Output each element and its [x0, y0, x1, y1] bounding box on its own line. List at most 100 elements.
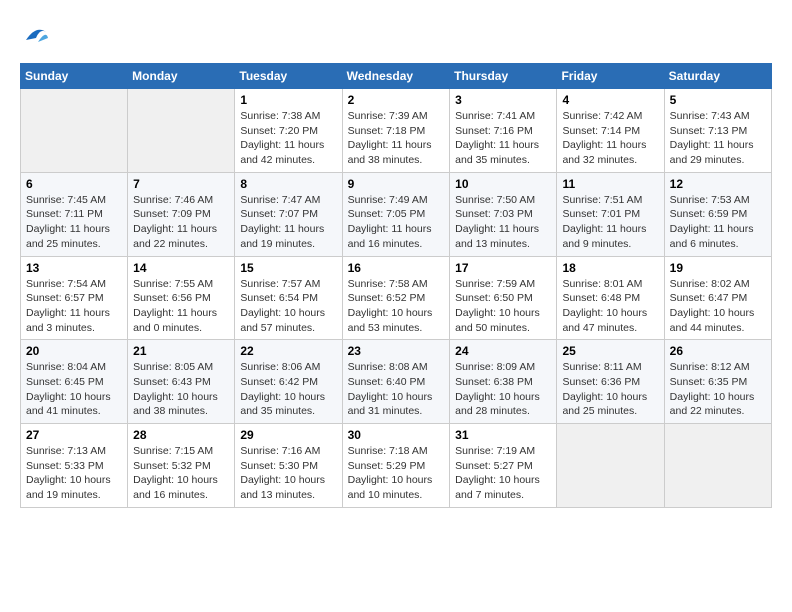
calendar-week-row: 13 Sunrise: 7:54 AMSunset: 6:57 PMDayligh…	[21, 256, 772, 340]
calendar-cell: 8 Sunrise: 7:47 AMSunset: 7:07 PMDaylight…	[235, 172, 342, 256]
day-header-tuesday: Tuesday	[235, 64, 342, 89]
calendar-cell: 22 Sunrise: 8:06 AMSunset: 6:42 PMDayligh…	[235, 340, 342, 424]
calendar-cell	[664, 424, 771, 508]
day-number: 22	[240, 344, 336, 358]
calendar-cell: 19 Sunrise: 8:02 AMSunset: 6:47 PMDayligh…	[664, 256, 771, 340]
day-number: 19	[670, 261, 766, 275]
day-number: 12	[670, 177, 766, 191]
day-header-thursday: Thursday	[450, 64, 557, 89]
calendar-cell: 3 Sunrise: 7:41 AMSunset: 7:16 PMDaylight…	[450, 89, 557, 173]
day-info: Sunrise: 8:11 AMSunset: 6:36 PMDaylight:…	[562, 360, 658, 419]
day-info: Sunrise: 7:59 AMSunset: 6:50 PMDaylight:…	[455, 277, 551, 336]
day-info: Sunrise: 8:09 AMSunset: 6:38 PMDaylight:…	[455, 360, 551, 419]
calendar-cell: 16 Sunrise: 7:58 AMSunset: 6:52 PMDayligh…	[342, 256, 450, 340]
day-info: Sunrise: 7:45 AMSunset: 7:11 PMDaylight:…	[26, 193, 122, 252]
day-info: Sunrise: 8:05 AMSunset: 6:43 PMDaylight:…	[133, 360, 229, 419]
calendar-cell: 11 Sunrise: 7:51 AMSunset: 7:01 PMDayligh…	[557, 172, 664, 256]
day-number: 11	[562, 177, 658, 191]
calendar-cell	[557, 424, 664, 508]
calendar-week-row: 6Sunrise: 7:45 AMSunset: 7:11 PMDaylight…	[21, 172, 772, 256]
calendar-cell: 21 Sunrise: 8:05 AMSunset: 6:43 PMDayligh…	[128, 340, 235, 424]
calendar-cell: 25Sunrise: 8:11 AMSunset: 6:36 PMDayligh…	[557, 340, 664, 424]
day-number: 7	[133, 177, 229, 191]
page-header	[20, 20, 772, 53]
calendar-cell: 31 Sunrise: 7:19 AMSunset: 5:27 PMDayligh…	[450, 424, 557, 508]
calendar-cell: 18 Sunrise: 8:01 AMSunset: 6:48 PMDayligh…	[557, 256, 664, 340]
calendar-cell: 27 Sunrise: 7:13 AMSunset: 5:33 PMDayligh…	[21, 424, 128, 508]
calendar-cell: 13 Sunrise: 7:54 AMSunset: 6:57 PMDayligh…	[21, 256, 128, 340]
day-number: 8	[240, 177, 336, 191]
calendar-cell: 17 Sunrise: 7:59 AMSunset: 6:50 PMDayligh…	[450, 256, 557, 340]
day-number: 10	[455, 177, 551, 191]
day-info: Sunrise: 7:50 AMSunset: 7:03 PMDaylight:…	[455, 193, 551, 252]
logo	[20, 20, 50, 53]
day-number: 24	[455, 344, 551, 358]
calendar-cell: 28Sunrise: 7:15 AMSunset: 5:32 PMDayligh…	[128, 424, 235, 508]
calendar-cell: 14Sunrise: 7:55 AMSunset: 6:56 PMDayligh…	[128, 256, 235, 340]
calendar-cell: 15 Sunrise: 7:57 AMSunset: 6:54 PMDayligh…	[235, 256, 342, 340]
calendar-cell: 30 Sunrise: 7:18 AMSunset: 5:29 PMDayligh…	[342, 424, 450, 508]
day-number: 23	[348, 344, 445, 358]
day-header-friday: Friday	[557, 64, 664, 89]
calendar-cell: 24 Sunrise: 8:09 AMSunset: 6:38 PMDayligh…	[450, 340, 557, 424]
day-number: 30	[348, 428, 445, 442]
calendar-week-row: 1Sunrise: 7:38 AMSunset: 7:20 PMDaylight…	[21, 89, 772, 173]
day-number: 31	[455, 428, 551, 442]
day-header-monday: Monday	[128, 64, 235, 89]
day-header-wednesday: Wednesday	[342, 64, 450, 89]
day-number: 13	[26, 261, 122, 275]
day-info: Sunrise: 7:42 AMSunset: 7:14 PMDaylight:…	[562, 109, 658, 168]
calendar-cell: 29 Sunrise: 7:16 AMSunset: 5:30 PMDayligh…	[235, 424, 342, 508]
calendar-header-row: SundayMondayTuesdayWednesdayThursdayFrid…	[21, 64, 772, 89]
calendar-cell: 12 Sunrise: 7:53 AMSunset: 6:59 PMDayligh…	[664, 172, 771, 256]
day-info: Sunrise: 7:57 AMSunset: 6:54 PMDaylight:…	[240, 277, 336, 336]
day-info: Sunrise: 7:18 AMSunset: 5:29 PMDaylight:…	[348, 444, 445, 503]
calendar-cell: 9Sunrise: 7:49 AMSunset: 7:05 PMDaylight…	[342, 172, 450, 256]
day-info: Sunrise: 7:38 AMSunset: 7:20 PMDaylight:…	[240, 109, 336, 168]
calendar-table: SundayMondayTuesdayWednesdayThursdayFrid…	[20, 63, 772, 508]
day-info: Sunrise: 7:51 AMSunset: 7:01 PMDaylight:…	[562, 193, 658, 252]
calendar-cell: 7 Sunrise: 7:46 AMSunset: 7:09 PMDaylight…	[128, 172, 235, 256]
day-number: 20	[26, 344, 122, 358]
day-info: Sunrise: 8:01 AMSunset: 6:48 PMDaylight:…	[562, 277, 658, 336]
day-number: 27	[26, 428, 122, 442]
day-info: Sunrise: 7:54 AMSunset: 6:57 PMDaylight:…	[26, 277, 122, 336]
calendar-week-row: 20 Sunrise: 8:04 AMSunset: 6:45 PMDayligh…	[21, 340, 772, 424]
day-number: 26	[670, 344, 766, 358]
calendar-cell: 23 Sunrise: 8:08 AMSunset: 6:40 PMDayligh…	[342, 340, 450, 424]
day-number: 2	[348, 93, 445, 107]
day-number: 16	[348, 261, 445, 275]
day-info: Sunrise: 8:12 AMSunset: 6:35 PMDaylight:…	[670, 360, 766, 419]
calendar-cell: 1Sunrise: 7:38 AMSunset: 7:20 PMDaylight…	[235, 89, 342, 173]
day-info: Sunrise: 7:41 AMSunset: 7:16 PMDaylight:…	[455, 109, 551, 168]
calendar-cell	[128, 89, 235, 173]
calendar-cell: 5Sunrise: 7:43 AMSunset: 7:13 PMDaylight…	[664, 89, 771, 173]
logo-text	[20, 20, 50, 53]
day-info: Sunrise: 7:16 AMSunset: 5:30 PMDaylight:…	[240, 444, 336, 503]
day-info: Sunrise: 7:46 AMSunset: 7:09 PMDaylight:…	[133, 193, 229, 252]
day-info: Sunrise: 8:02 AMSunset: 6:47 PMDaylight:…	[670, 277, 766, 336]
day-info: Sunrise: 7:58 AMSunset: 6:52 PMDaylight:…	[348, 277, 445, 336]
day-number: 17	[455, 261, 551, 275]
day-info: Sunrise: 8:04 AMSunset: 6:45 PMDaylight:…	[26, 360, 122, 419]
day-number: 15	[240, 261, 336, 275]
day-number: 28	[133, 428, 229, 442]
day-header-sunday: Sunday	[21, 64, 128, 89]
day-info: Sunrise: 7:47 AMSunset: 7:07 PMDaylight:…	[240, 193, 336, 252]
day-info: Sunrise: 7:43 AMSunset: 7:13 PMDaylight:…	[670, 109, 766, 168]
day-info: Sunrise: 7:49 AMSunset: 7:05 PMDaylight:…	[348, 193, 445, 252]
day-info: Sunrise: 7:53 AMSunset: 6:59 PMDaylight:…	[670, 193, 766, 252]
day-info: Sunrise: 8:06 AMSunset: 6:42 PMDaylight:…	[240, 360, 336, 419]
day-info: Sunrise: 7:19 AMSunset: 5:27 PMDaylight:…	[455, 444, 551, 503]
day-number: 18	[562, 261, 658, 275]
day-header-saturday: Saturday	[664, 64, 771, 89]
calendar-cell: 4Sunrise: 7:42 AMSunset: 7:14 PMDaylight…	[557, 89, 664, 173]
calendar-week-row: 27 Sunrise: 7:13 AMSunset: 5:33 PMDayligh…	[21, 424, 772, 508]
day-number: 29	[240, 428, 336, 442]
day-info: Sunrise: 7:13 AMSunset: 5:33 PMDaylight:…	[26, 444, 122, 503]
day-number: 3	[455, 93, 551, 107]
day-info: Sunrise: 8:08 AMSunset: 6:40 PMDaylight:…	[348, 360, 445, 419]
day-number: 21	[133, 344, 229, 358]
calendar-cell: 6Sunrise: 7:45 AMSunset: 7:11 PMDaylight…	[21, 172, 128, 256]
day-info: Sunrise: 7:55 AMSunset: 6:56 PMDaylight:…	[133, 277, 229, 336]
